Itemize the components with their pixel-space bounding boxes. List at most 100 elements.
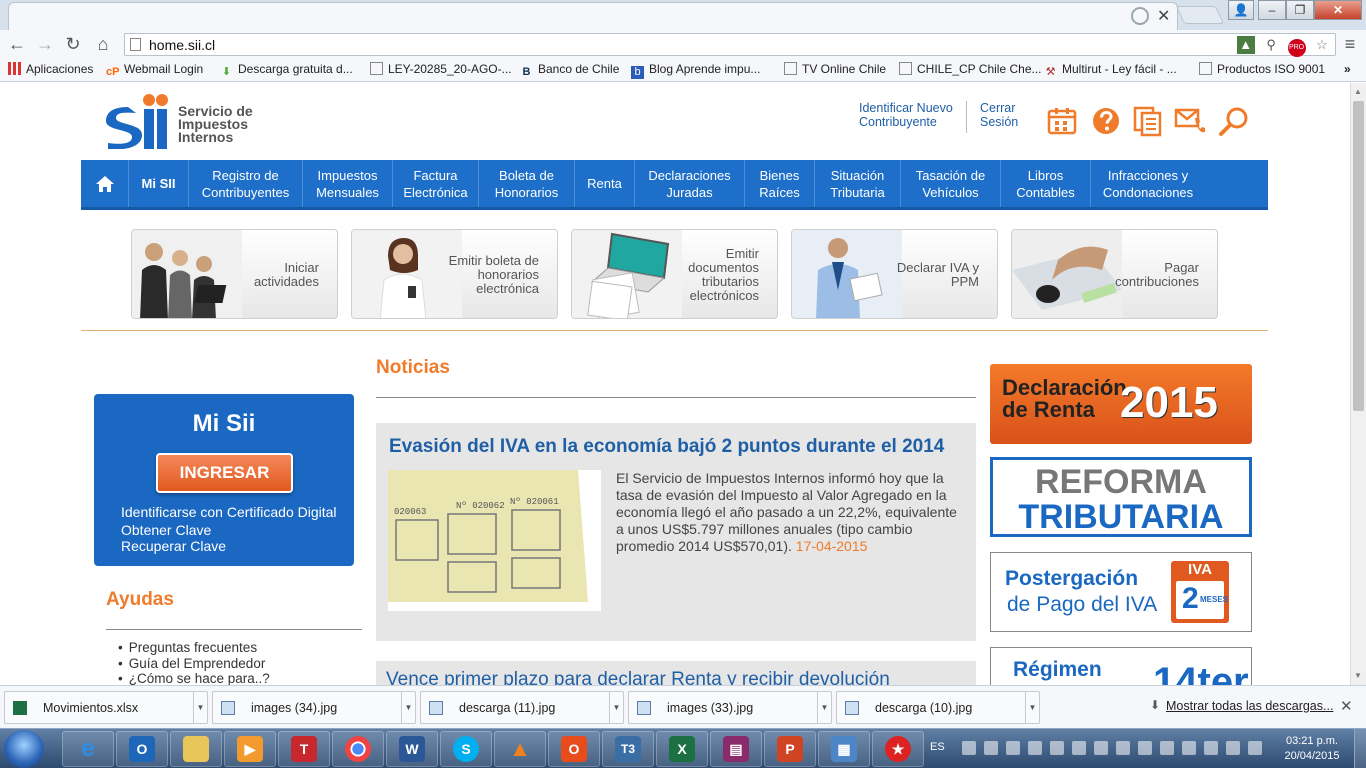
quicklink-emitir-boleta[interactable]: Emitir boleta de honorarios electrónica <box>351 229 558 319</box>
sii-logo[interactable]: Servicio de Impuestos Internos <box>102 93 262 149</box>
taskbar-control-panel[interactable]: ▦ <box>818 731 870 767</box>
taskbar-internet-explorer[interactable]: e <box>62 731 114 767</box>
obtener-clave-link[interactable]: Obtener Clave <box>121 522 211 538</box>
download-item[interactable]: Movimientos.xlsx ▼ <box>4 691 208 724</box>
nav-factura-electronica[interactable]: Factura Electrónica <box>393 160 479 207</box>
news-headline-link[interactable]: Vence primer plazo para declarar Renta y… <box>386 669 890 685</box>
bookmark-ley[interactable]: LEY-20285_20-AGO-... <box>370 62 512 76</box>
recuperar-clave-link[interactable]: Recuperar Clave <box>121 538 226 554</box>
taskbar-winrar[interactable]: ▤ <box>710 731 762 767</box>
nav-bienes-raices[interactable]: Bienes Raíces <box>745 160 815 207</box>
download-menu-arrow-icon[interactable]: ▼ <box>401 692 415 723</box>
new-tab-button[interactable] <box>1175 6 1225 24</box>
bookmark-tv[interactable]: TV Online Chile <box>784 62 886 76</box>
documents-icon[interactable] <box>1132 105 1164 137</box>
taskbar-t3[interactable]: T3 <box>602 731 654 767</box>
tab-close-icon[interactable]: ✕ <box>1157 6 1170 26</box>
taskbar-powerpoint[interactable]: P <box>764 731 816 767</box>
t-tray-icon[interactable] <box>1160 741 1174 755</box>
nav-renta[interactable]: Renta <box>575 160 635 207</box>
banner-declaracion-renta[interactable]: Declaración de Renta 2015 <box>990 364 1252 444</box>
scroll-up-icon[interactable]: ▲ <box>1354 87 1362 96</box>
taskbar-excel[interactable]: X <box>656 731 708 767</box>
back-arrow-icon[interactable]: ← <box>6 33 28 55</box>
nav-tasacion-vehiculos[interactable]: Tasación de Vehículos <box>901 160 1001 207</box>
pro-extension-icon[interactable]: PRO <box>1287 39 1306 57</box>
taskbar-media-player[interactable]: ▶ <box>224 731 276 767</box>
nav-boleta-honorarios[interactable]: Boleta de Honorarios <box>479 160 575 207</box>
bookmark-chile-cp[interactable]: CHILE_CP Chile Che... <box>899 62 1042 76</box>
ayuda-como-se-hace[interactable]: ¿Cómo se hace para..? <box>118 671 270 685</box>
contact-mail-phone-icon[interactable] <box>1174 105 1206 137</box>
ayuda-preguntas-frecuentes[interactable]: Preguntas frecuentes <box>118 640 270 656</box>
news-headline-link[interactable]: Evasión del IVA en la economía bajó 2 pu… <box>389 436 944 458</box>
green-tray-icon[interactable] <box>1204 741 1218 755</box>
nav-situacion-tributaria[interactable]: Situación Tributaria <box>815 160 901 207</box>
download-menu-arrow-icon[interactable]: ▼ <box>609 692 623 723</box>
bookmark-multirut[interactable]: ⚒ Multirut - Ley fácil - ... <box>1044 62 1177 79</box>
scrollbar-thumb[interactable] <box>1353 101 1364 411</box>
image-extension-icon[interactable]: ▲ <box>1236 36 1255 54</box>
search-icon[interactable] <box>1218 105 1250 137</box>
usb-tray-icon[interactable] <box>1226 741 1240 755</box>
dropbox-tray-icon[interactable] <box>1094 741 1108 755</box>
taskbar-clock[interactable]: 03:21 p.m. 20/04/2015 <box>1282 734 1342 764</box>
nav-home[interactable] <box>81 160 129 207</box>
reload-icon[interactable]: ↻ <box>62 33 84 55</box>
nav-declaraciones-juradas[interactable]: Declaraciones Juradas <box>635 160 745 207</box>
taskbar-t-app[interactable]: T <box>278 731 330 767</box>
taskbar-app-star[interactable]: ★ <box>872 731 924 767</box>
taskbar-skype[interactable]: S <box>440 731 492 767</box>
download-menu-arrow-icon[interactable]: ▼ <box>1025 692 1039 723</box>
download-menu-arrow-icon[interactable]: ▼ <box>817 692 831 723</box>
banner-reforma-tributaria[interactable]: REFORMA TRIBUTARIA <box>990 457 1252 537</box>
signal-tray-icon[interactable] <box>1182 741 1196 755</box>
bookmark-descarga[interactable]: ⬇ Descarga gratuita d... <box>220 62 353 79</box>
cerrar-sesion-link[interactable]: Cerrar Sesión <box>980 101 1030 129</box>
nav-registro-contribuyentes[interactable]: Registro de Contribuyentes <box>189 160 303 207</box>
tab-home-sii[interactable]: ✕ <box>8 2 1178 30</box>
nav-infracciones-condonaciones[interactable]: Infracciones y Condonaciones <box>1091 160 1205 207</box>
nav-mi-sii[interactable]: Mi SII <box>129 160 189 207</box>
nav-impuestos-mensuales[interactable]: Impuestos Mensuales <box>303 160 393 207</box>
bookmark-star-icon[interactable]: ☆ <box>1313 36 1331 54</box>
taskbar-chrome[interactable] <box>332 731 384 767</box>
taskbar-file-explorer[interactable] <box>170 731 222 767</box>
nav-libros-contables[interactable]: Libros Contables <box>1001 160 1091 207</box>
download-item[interactable]: descarga (11).jpg ▼ <box>420 691 624 724</box>
banner-postergacion-iva[interactable]: Postergación de Pago del IVA IVA 2 MESES <box>990 552 1252 632</box>
download-item[interactable]: images (34).jpg ▼ <box>212 691 416 724</box>
quicklink-emitir-documentos[interactable]: Emitir documentos tributarios electrónic… <box>571 229 778 319</box>
page-scrollbar[interactable]: ▲ ▼ <box>1350 83 1366 685</box>
maximize-button[interactable]: ❐ <box>1286 0 1314 20</box>
flag-tray-icon[interactable] <box>1072 741 1086 755</box>
ayuda-guia-emprendedor[interactable]: Guía del Emprendedor <box>118 656 270 672</box>
outlook-tray-icon[interactable] <box>1116 741 1130 755</box>
bookmark-aplicaciones[interactable]: Aplicaciones <box>8 62 93 76</box>
show-desktop-button[interactable] <box>1354 729 1366 768</box>
help-icon[interactable] <box>1090 105 1122 137</box>
taskbar-vlc[interactable]: ▲ <box>494 731 546 767</box>
bookmark-webmail[interactable]: cP Webmail Login <box>106 62 203 79</box>
scroll-down-icon[interactable]: ▼ <box>1354 671 1362 680</box>
mail-tray-icon[interactable] <box>984 741 998 755</box>
monitor-tray-icon[interactable] <box>1028 741 1042 755</box>
taskbar-outlook[interactable]: O <box>116 731 168 767</box>
ingresar-button[interactable]: INGRESAR <box>156 453 293 493</box>
quicklink-declarar-iva[interactable]: Declarar IVA y PPM <box>791 229 998 319</box>
bookmark-banco[interactable]: B Banco de Chile <box>520 62 620 79</box>
show-all-downloads-link[interactable]: Mostrar todas las descargas... <box>1166 699 1333 713</box>
skype-tray-icon[interactable] <box>1248 741 1262 755</box>
start-button[interactable] <box>4 730 44 768</box>
green-arrow-tray-icon[interactable] <box>1006 741 1020 755</box>
calendar-icon[interactable] <box>1046 105 1078 137</box>
download-item[interactable]: images (33).jpg ▼ <box>628 691 832 724</box>
close-downloads-icon[interactable]: ✕ <box>1340 697 1353 715</box>
download-item[interactable]: descarga (10).jpg ▼ <box>836 691 1040 724</box>
quicklink-pagar-contribuciones[interactable]: Pagar contribuciones <box>1011 229 1218 319</box>
bookmark-blog[interactable]: b Blog Aprende impu... <box>631 62 760 79</box>
home-icon[interactable]: ⌂ <box>92 33 114 55</box>
chrome-menu-icon[interactable]: ≡ <box>1340 34 1360 54</box>
identificar-contribuyente-link[interactable]: Identificar Nuevo Contribuyente <box>859 101 969 129</box>
taskbar-word[interactable]: W <box>386 731 438 767</box>
